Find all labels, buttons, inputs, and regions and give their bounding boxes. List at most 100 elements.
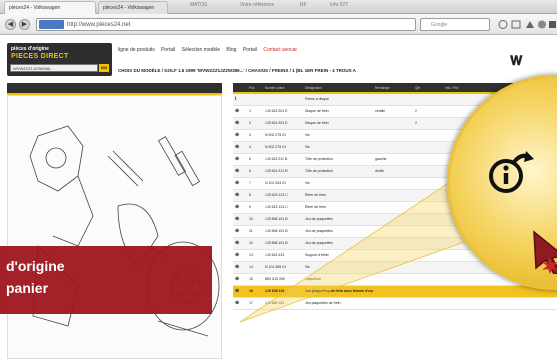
- url-bar[interactable]: http://www.pièces24.net: [36, 18, 416, 31]
- table-cell-desc: Vis: [303, 177, 373, 190]
- row-action-icon[interactable]: ⊕: [233, 117, 247, 130]
- table-cell-qty: 2: [413, 105, 443, 118]
- back-button[interactable]: ◀: [5, 19, 16, 30]
- table-cell-qty: [413, 177, 443, 190]
- table-cell-pos: [247, 93, 263, 106]
- guide-pin-part[interactable]: [107, 150, 144, 187]
- tab-ghost: MATOS: [190, 2, 208, 8]
- table-cell-qty: [413, 273, 443, 286]
- row-action-icon[interactable]: ⊕: [233, 225, 247, 238]
- row-action-icon[interactable]: ⊕: [233, 261, 247, 274]
- row-action-icon[interactable]: ⊕: [233, 285, 247, 298]
- menu-item[interactable]: Portail: [243, 47, 257, 53]
- banner-line-1: d'origine: [6, 258, 65, 274]
- row-action-icon[interactable]: ⊕: [233, 213, 247, 226]
- bolt-part-2[interactable]: [174, 150, 201, 187]
- diagram-header: [7, 83, 222, 95]
- info-arrow-icon[interactable]: [488, 148, 536, 196]
- site-logo[interactable]: pièces d'origine PIECES DIRECT WVWZZZ1JZ…: [7, 43, 112, 76]
- basket-icon[interactable]: 𝐖: [510, 53, 522, 69]
- col-header: [233, 83, 247, 94]
- row-action-icon[interactable]: ⊕: [233, 177, 247, 190]
- table-row[interactable]: ⊕ 16 1J0 698 151 Jeu plaquettes de frein av…: [233, 285, 557, 298]
- table-cell-pos: 8: [247, 189, 263, 202]
- table-cell-pos: 9: [247, 201, 263, 214]
- breadcrumb[interactable]: CHOIX DU MODÈLE / GOLF 1.6 1999 'WVWZZZ1…: [118, 68, 356, 73]
- table-cell-desc: Tôle de protection: [303, 165, 373, 178]
- table-cell-qty: [413, 213, 443, 226]
- table-cell-note: [373, 177, 413, 190]
- site-menu: ligne de produits Portail Sélection modè…: [118, 47, 302, 53]
- table-cell-qty: [413, 297, 443, 310]
- table-cell-qty: [413, 153, 443, 166]
- table-cell-part: 1J0 698 151 B: [263, 225, 303, 238]
- table-cell-qty: [413, 285, 443, 298]
- menu-item[interactable]: Sélection modèle: [182, 47, 220, 53]
- hub-bore-part[interactable]: [45, 147, 67, 169]
- table-cell-part: 1J0 698 151: [263, 297, 303, 310]
- table-cell-pos: 6: [247, 165, 263, 178]
- table-cell-note: [373, 297, 413, 310]
- logo-wordmark: PIECES DIRECT: [11, 53, 69, 60]
- table-cell-note: [373, 201, 413, 214]
- table-cell-pos: 7: [247, 177, 263, 190]
- row-action-icon[interactable]: ⊕: [233, 165, 247, 178]
- row-action-icon[interactable]: ⊕: [233, 105, 247, 118]
- table-cell-desc: Jeu de plaquettes: [303, 213, 373, 226]
- row-action-icon[interactable]: ⊕: [233, 201, 247, 214]
- row-action-icon[interactable]: ⊕: [233, 237, 247, 250]
- vin-input[interactable]: WVWZZZ1JZ3W386...: [10, 64, 98, 72]
- table-cell-part: 1J0 698 151 B: [263, 213, 303, 226]
- knuckle-arm-part[interactable]: [52, 175, 94, 247]
- table-row[interactable]: ⊕ 17 1J0 698 151 Jeu plaquettes de frein: [233, 297, 557, 310]
- menu-item-accent[interactable]: Contact avocat: [263, 47, 296, 53]
- table-cell-desc: Capuchon: [303, 273, 373, 286]
- star-icon[interactable]: [498, 20, 508, 29]
- row-action-icon[interactable]: ⊕: [233, 273, 247, 286]
- col-header[interactable]: Désignation: [303, 83, 373, 94]
- menu-item[interactable]: Portail: [161, 47, 175, 53]
- search-input[interactable]: Google: [420, 18, 490, 31]
- menu-item[interactable]: Blog: [226, 47, 236, 53]
- table-cell-note: [373, 213, 413, 226]
- steering-knuckle-part[interactable]: [29, 125, 84, 192]
- row-action-icon[interactable]: i: [233, 93, 247, 106]
- col-header[interactable]: Qté: [413, 83, 443, 94]
- table-cell-note: gauche: [373, 153, 413, 166]
- table-cell-desc: Jeu de plaquettes: [303, 225, 373, 238]
- table-cell-desc: Vis: [303, 141, 373, 154]
- browser-tab-active[interactable]: pièces24 - Volkswagen: [4, 1, 96, 14]
- tab-label: pièces24 - Volkswagen: [9, 5, 61, 11]
- table-cell-pos: 13: [247, 249, 263, 262]
- vin-go-button[interactable]: GO: [99, 64, 109, 72]
- table-cell-qty: [413, 201, 443, 214]
- menu-icon[interactable]: [549, 21, 556, 28]
- col-header[interactable]: Remarque: [373, 83, 413, 94]
- table-cell-part: 1J0 615 423: [263, 249, 303, 262]
- download-icon[interactable]: [526, 21, 534, 28]
- row-action-icon[interactable]: ⊕: [233, 189, 247, 202]
- click-burst-icon: [542, 258, 557, 274]
- bolt-part[interactable]: [157, 136, 187, 176]
- menu-item[interactable]: ligne de produits: [118, 47, 155, 53]
- table-cell-note: [373, 249, 413, 262]
- table-cell-note: droite: [373, 165, 413, 178]
- table-cell-qty: 2: [413, 117, 443, 130]
- row-action-icon[interactable]: ⊕: [233, 153, 247, 166]
- row-action-icon[interactable]: ⊕: [233, 297, 247, 310]
- row-action-icon[interactable]: ⊕: [233, 249, 247, 262]
- forward-button[interactable]: ▶: [19, 19, 30, 30]
- bookmark-icon[interactable]: [511, 20, 521, 29]
- site-identity-icon[interactable]: [39, 20, 64, 29]
- col-header[interactable]: Pos: [247, 83, 263, 94]
- row-action-icon[interactable]: ⊕: [233, 141, 247, 154]
- home-icon[interactable]: [538, 20, 546, 29]
- browser-tab[interactable]: pièces24 - Volkswagen: [98, 1, 168, 14]
- url-text: http://www.pièces24.net: [67, 22, 131, 28]
- table-cell-part: 8E0 615 269: [263, 273, 303, 286]
- row-action-icon[interactable]: ⊕: [233, 129, 247, 142]
- col-header[interactable]: Numéro pièce: [263, 83, 303, 94]
- exploded-parts-diagram[interactable]: [7, 95, 222, 359]
- table-cell-pos: 15: [247, 273, 263, 286]
- table-cell-desc: Étrier de frein: [303, 201, 373, 214]
